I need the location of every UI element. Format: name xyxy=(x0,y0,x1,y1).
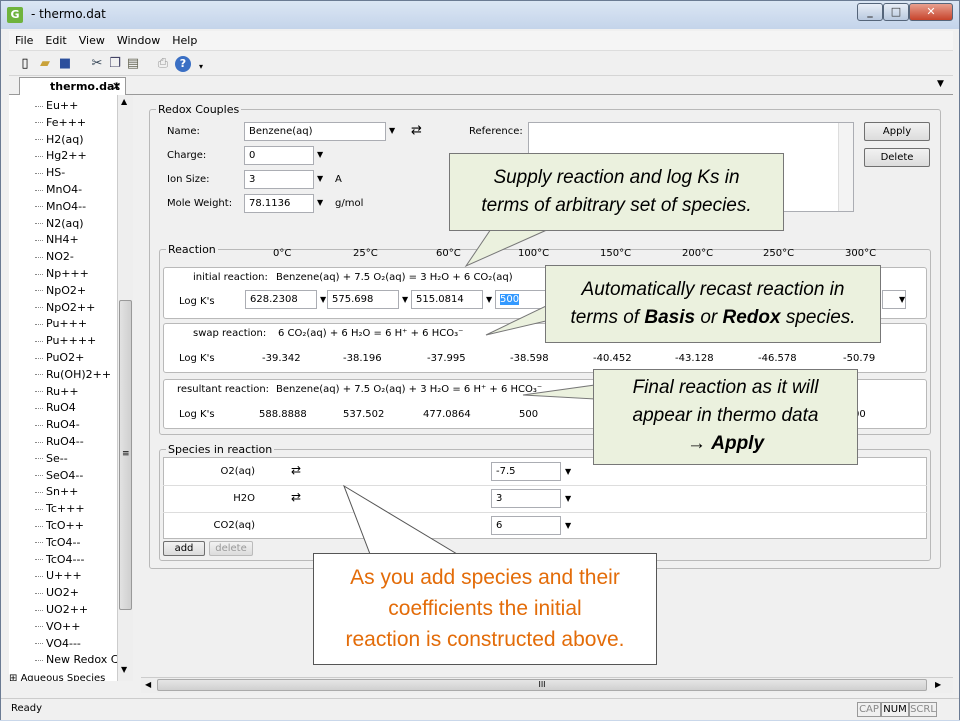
callout-4-line-3: reaction is constructed above. xyxy=(345,628,625,651)
main-window: G - thermo.dat _ □ ✕ File Edit View Window H… xyxy=(0,0,960,720)
callout-add-species: As you add species and their coefficient… xyxy=(313,553,657,665)
status-text: Ready xyxy=(11,703,43,714)
callout-1-line-2: terms of arbitrary set of species. xyxy=(481,195,752,216)
callout-pointer-3 xyxy=(522,384,596,400)
callout-recast-reaction: Automatically recast reaction in terms o… xyxy=(545,265,881,343)
callout-final-reaction: Final reaction as it will appear in ther… xyxy=(593,369,858,465)
callout-4-line-1: As you add species and their xyxy=(350,566,620,589)
callout-pointer-1 xyxy=(464,228,550,268)
callout-2-line-1: Automatically recast reaction in xyxy=(581,279,845,300)
callout-1-line-1: Supply reaction and log Ks in xyxy=(493,167,740,188)
callout-supply-reaction: Supply reaction and log Ks in terms of a… xyxy=(449,153,784,231)
scrl-indicator: SCRL xyxy=(909,702,937,717)
num-indicator: NUM xyxy=(881,702,909,717)
callout-3-line-2: appear in thermo data xyxy=(632,405,819,426)
cap-indicator: CAP xyxy=(857,702,881,717)
callout-2-line-2: terms of Basis or Redox species. xyxy=(570,307,856,328)
callout-pointer-2 xyxy=(485,305,547,336)
callout-3-line-1: Final reaction as it will xyxy=(632,377,819,398)
callout-4-line-2: coefficients the initial xyxy=(388,597,582,620)
status-bar: Ready CAP NUM SCRL xyxy=(1,698,959,720)
callout-3-line-3: → Apply xyxy=(686,433,765,454)
callout-pointer-4 xyxy=(343,484,459,555)
